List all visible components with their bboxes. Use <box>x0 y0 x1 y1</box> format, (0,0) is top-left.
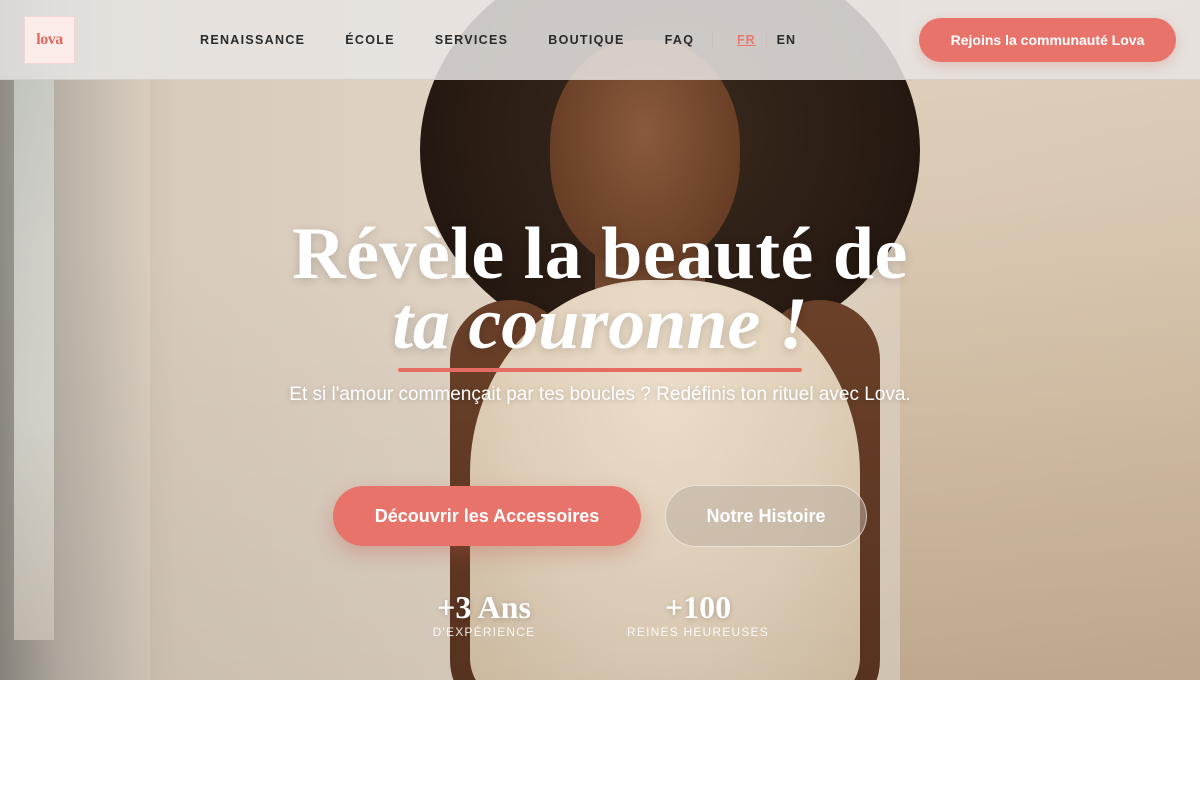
main-nav: RENAISSANCE ÉCOLE SERVICES BOUTIQUE FAQ <box>200 31 734 49</box>
stat-value: +3 Ans <box>437 589 531 625</box>
headline-underline <box>398 368 802 372</box>
stat-value: +100 <box>664 589 732 625</box>
stat-label: D'EXPÉRIENCE <box>432 625 536 639</box>
nav-link-services[interactable]: SERVICES <box>435 31 508 49</box>
nav-link-ecole[interactable]: ÉCOLE <box>345 31 395 49</box>
lang-en-link[interactable]: EN <box>777 31 796 49</box>
discover-accessories-button[interactable]: Découvrir les Accessoires <box>333 486 641 546</box>
our-story-button[interactable]: Notre Histoire <box>665 485 867 547</box>
stat-label: REINES HEUREUSES <box>627 625 769 639</box>
stat-experience: +3 Ans D'EXPÉRIENCE <box>424 590 544 640</box>
hero-headline: Révèle la beauté de ta couronne ! <box>0 212 1200 365</box>
top-navbar: lova RENAISSANCE ÉCOLE SERVICES BOUTIQUE… <box>0 0 1200 80</box>
language-divider <box>765 32 767 48</box>
hero-subtitle: Et si l'amour commençait par tes boucles… <box>289 384 911 405</box>
lang-fr-link[interactable]: FR <box>737 31 756 49</box>
language-switcher: FR EN <box>712 31 796 49</box>
logo-text: lova <box>36 31 63 48</box>
stat-happy-queens: +100 REINES HEUREUSES <box>618 590 778 640</box>
language-divider-left <box>712 32 713 48</box>
join-community-button[interactable]: Rejoins la communauté Lova <box>919 18 1176 62</box>
nav-link-boutique[interactable]: BOUTIQUE <box>548 31 624 49</box>
headline-line-2: ta couronne ! <box>392 283 808 365</box>
lova-logo[interactable]: lova <box>24 16 75 64</box>
nav-link-renaissance[interactable]: RENAISSANCE <box>200 31 305 49</box>
nav-link-faq[interactable]: FAQ <box>665 31 695 49</box>
